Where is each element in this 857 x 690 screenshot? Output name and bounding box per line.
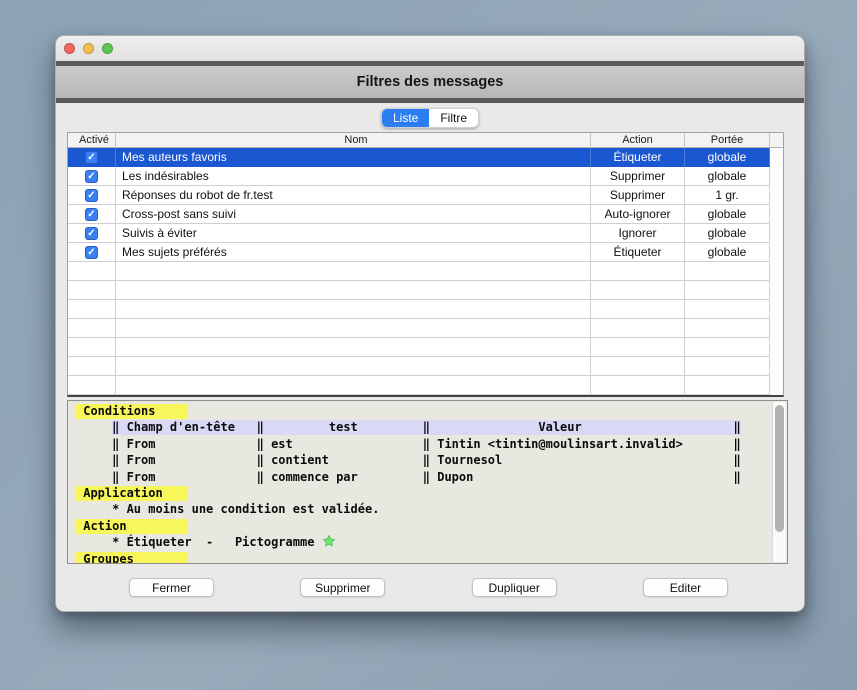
- filter-scope-cell: globale: [685, 167, 770, 186]
- enabled-checkbox[interactable]: ✓: [85, 208, 98, 221]
- fermer-button[interactable]: Fermer: [129, 578, 214, 597]
- enabled-checkbox[interactable]: ✓: [85, 170, 98, 183]
- empty-table-row[interactable]: [68, 281, 783, 300]
- editer-button[interactable]: Editer: [643, 578, 728, 597]
- conditions-header: ‖ Champ d'en-tête ‖ test ‖ Valeur ‖: [112, 420, 741, 435]
- filter-name-cell: Les indésirables: [116, 167, 591, 186]
- filter-action-cell: Supprimer: [591, 186, 685, 205]
- desktop: { "window": { "title": "Filtres des mess…: [0, 0, 857, 690]
- table-row[interactable]: ✓ Suivis à éviterIgnorerglobale: [68, 224, 783, 243]
- filter-scope-cell: 1 gr.: [685, 186, 770, 205]
- green-star-icon: [322, 534, 336, 548]
- filter-action-cell: Ignorer: [591, 224, 685, 243]
- enabled-checkbox[interactable]: ✓: [85, 246, 98, 259]
- column-header-action[interactable]: Action: [591, 133, 685, 148]
- column-header-portee[interactable]: Portée: [685, 133, 770, 148]
- filter-name-cell: Cross-post sans suivi: [116, 205, 591, 224]
- column-header-spacer: [770, 133, 783, 148]
- enabled-checkbox[interactable]: ✓: [85, 189, 98, 202]
- details-line: * Au moins une condition est validée.: [76, 501, 787, 517]
- filter-action-cell: Étiqueter: [591, 148, 685, 167]
- empty-table-row[interactable]: [68, 395, 783, 397]
- filter-name-cell: Réponses du robot de fr.test: [116, 186, 591, 205]
- filters-table: ActivéNomActionPortée ✓ Mes auteurs favori…: [67, 132, 784, 397]
- enabled-checkbox[interactable]: ✓: [85, 151, 98, 164]
- empty-table-row[interactable]: [68, 262, 783, 281]
- filter-scope-cell: globale: [685, 243, 770, 262]
- action-button-row: Fermer Supprimer Dupliquer Editer: [129, 578, 728, 597]
- details-line: Action: [76, 518, 787, 534]
- column-header-active[interactable]: Activé: [68, 133, 116, 148]
- filter-name-cell: Suivis à éviter: [116, 224, 591, 243]
- enabled-checkbox[interactable]: ✓: [85, 227, 98, 240]
- table-row[interactable]: ✓ Mes auteurs favorisÉtiqueterglobale: [68, 148, 783, 167]
- details-line: ‖ From ‖ contient ‖ Tournesol ‖: [76, 452, 787, 468]
- traffic-lights: [64, 43, 113, 54]
- section-label: Action: [76, 519, 188, 534]
- filter-action-cell: Auto-ignorer: [591, 205, 685, 224]
- details-line: Conditions: [76, 403, 787, 419]
- details-line: ‖ From ‖ commence par ‖ Dupon ‖: [76, 469, 787, 485]
- empty-table-row[interactable]: [68, 357, 783, 376]
- filters-window: Filtres des messages Liste Filtre Activé…: [55, 35, 805, 612]
- details-panel: Conditions ‖ Champ d'en-tête ‖ test ‖ Va…: [67, 400, 788, 564]
- zoom-icon[interactable]: [102, 43, 113, 54]
- titlebar[interactable]: [56, 36, 804, 61]
- empty-table-row[interactable]: [68, 338, 783, 357]
- table-header-row: ActivéNomActionPortée: [68, 133, 783, 148]
- view-switcher: Liste Filtre: [381, 108, 479, 128]
- window-content: Liste Filtre ActivéNomActionPortée✓Mes a…: [56, 103, 804, 612]
- filter-action-cell: Étiqueter: [591, 243, 685, 262]
- table-row[interactable]: ✓ Mes sujets préférésÉtiqueterglobale: [68, 243, 783, 262]
- filter-name-cell: Mes auteurs favoris: [116, 148, 591, 167]
- details-text: Conditions ‖ Champ d'en-tête ‖ test ‖ Va…: [68, 401, 787, 564]
- section-label: Conditions: [76, 404, 188, 419]
- filter-scope-cell: globale: [685, 205, 770, 224]
- filter-action-cell: Supprimer: [591, 167, 685, 186]
- section-label: Application: [76, 486, 188, 501]
- tab-liste[interactable]: Liste: [382, 109, 429, 127]
- details-line: ‖ From ‖ est ‖ Tintin <tintin@moulinsart…: [76, 436, 787, 452]
- table-row[interactable]: ✓ Cross-post sans suiviAuto-ignorerglobal…: [68, 205, 783, 224]
- details-line: Groupes: [76, 551, 787, 564]
- empty-table-row[interactable]: [68, 300, 783, 319]
- empty-table-row[interactable]: [68, 376, 783, 395]
- details-scrollbar[interactable]: [772, 402, 786, 562]
- section-label: Groupes: [76, 552, 188, 564]
- details-line: Application: [76, 485, 787, 501]
- close-icon[interactable]: [64, 43, 75, 54]
- minimize-icon[interactable]: [83, 43, 94, 54]
- details-line: * Étiqueter - Pictogramme: [76, 534, 787, 550]
- column-header-nom[interactable]: Nom: [116, 133, 591, 148]
- table-row[interactable]: ✓ Les indésirablesSupprimerglobale: [68, 167, 783, 186]
- window-title: Filtres des messages: [56, 66, 804, 98]
- scrollbar-thumb[interactable]: [775, 405, 784, 532]
- filter-name-cell: Mes sujets préférés: [116, 243, 591, 262]
- supprimer-button[interactable]: Supprimer: [300, 578, 385, 597]
- dupliquer-button[interactable]: Dupliquer: [472, 578, 557, 597]
- empty-table-row[interactable]: [68, 319, 783, 338]
- details-line: ‖ Champ d'en-tête ‖ test ‖ Valeur ‖: [76, 419, 787, 435]
- filter-scope-cell: globale: [685, 224, 770, 243]
- tab-filtre[interactable]: Filtre: [429, 109, 478, 127]
- table-row[interactable]: ✓ Réponses du robot de fr.testSupprimer1 …: [68, 186, 783, 205]
- filter-scope-cell: globale: [685, 148, 770, 167]
